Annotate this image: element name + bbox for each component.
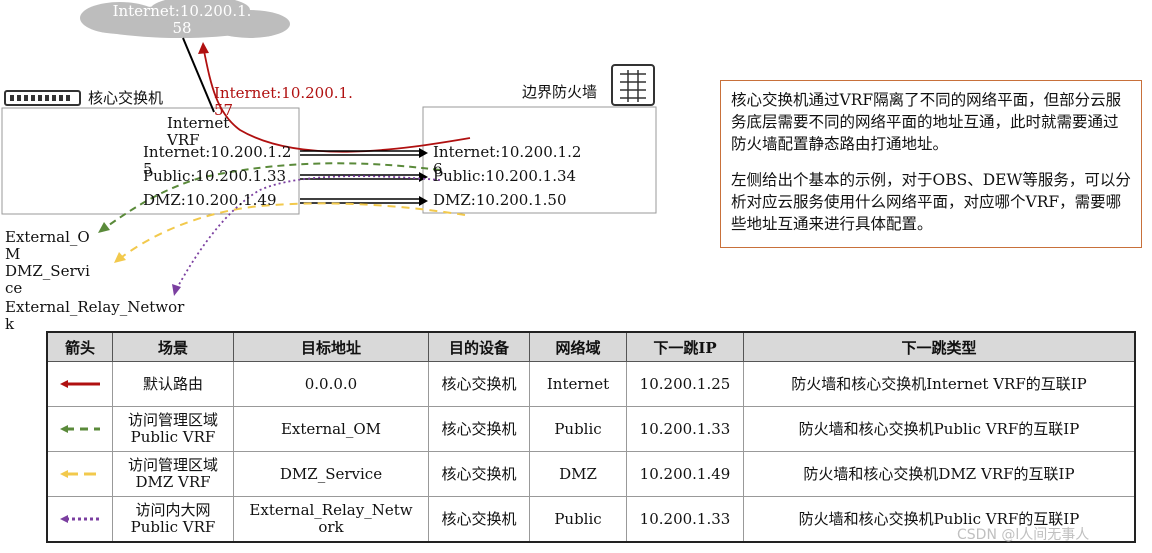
firewall-dmz-ip: DMZ:10.200.1.50 [433, 191, 567, 209]
header-domain: 网络域 [529, 331, 627, 362]
device-cell: 核心交换机 [428, 451, 530, 497]
table-row: 默认路由 0.0.0.0 核心交换机 Internet 10.200.1.25 … [46, 361, 1136, 407]
next-hop-cell: 10.200.1.49 [626, 451, 744, 497]
scenario-cell: 访问管理区域 Public VRF [112, 406, 234, 452]
domain-cell: Internet [529, 361, 627, 407]
next-hop-type-cell: 防火墙和核心交换机Internet VRF的互联IP [743, 361, 1136, 407]
dest-external-om-line1: External_O [5, 228, 90, 246]
table-row: 访问管理区域 Public VRF External_OM 核心交换机 Publi… [46, 406, 1136, 452]
route-table: 箭头 场景 目标地址 目的设备 网络域 下一跳IP 下一跳类型 默认路由 0.0… [46, 331, 1136, 543]
arrow-cell [46, 361, 113, 407]
device-cell: 核心交换机 [428, 496, 530, 543]
dest-dmz-service-line1: DMZ_Servi [5, 262, 90, 280]
green-dashed-arrow-icon [60, 424, 100, 433]
header-arrow: 箭头 [46, 331, 113, 362]
table-row: 访问管理区域 DMZ VRF DMZ_Service 核心交换机 DMZ 10.2… [46, 451, 1136, 497]
domain-cell: DMZ [529, 451, 627, 497]
domain-cell: Public [529, 406, 627, 452]
table-header-row: 箭头 场景 目标地址 目的设备 网络域 下一跳IP 下一跳类型 [46, 331, 1136, 362]
interconnect-internet [300, 150, 420, 156]
arrow-cell [46, 406, 113, 452]
core-switch-label: 核心交换机 [88, 89, 164, 107]
next-hop-cell: 10.200.1.33 [626, 406, 744, 452]
header-next-hop-type: 下一跳类型 [743, 331, 1136, 362]
cloud-label-line1: Internet:10.200.1. [112, 2, 252, 20]
arrow-cell [46, 451, 113, 497]
target-cell: External_Relay_Netw ork [233, 496, 429, 543]
switch-public-ip: Public:10.200.1.33 [143, 167, 287, 185]
target-cell: External_OM [233, 406, 429, 452]
target-cell: DMZ_Service [233, 451, 429, 497]
watermark: CSDN @l人间无事人 [957, 527, 1090, 543]
next-hop-cell: 10.200.1.25 [626, 361, 744, 407]
cloud-label-line2: 58 [172, 19, 192, 37]
interconnect-dmz [300, 198, 420, 204]
scenario-cell: 默认路由 [112, 361, 234, 407]
target-cell: 0.0.0.0 [233, 361, 429, 407]
firewall-icon [611, 64, 655, 106]
header-target: 目标地址 [233, 331, 429, 362]
yellow-dashed-arrow-icon [60, 469, 100, 478]
dest-external-om-line2: M [5, 245, 21, 263]
device-cell: 核心交换机 [428, 406, 530, 452]
header-device: 目的设备 [428, 331, 530, 362]
next-hop-cell: 10.200.1.33 [626, 496, 744, 543]
scenario-cell: 访问内大网 Public VRF [112, 496, 234, 543]
explanation-note: 核心交换机通过VRF隔离了不同的网络平面，但部分云服务底层需要不同的网络平面的地… [720, 80, 1142, 248]
switch-dmz-ip: DMZ:10.200.1.49 [143, 191, 277, 209]
note-paragraph-1: 核心交换机通过VRF隔离了不同的网络平面，但部分云服务底层需要不同的网络平面的地… [731, 91, 1122, 153]
device-cell: 核心交换机 [428, 361, 530, 407]
switch-internet-ip-line1: Internet:10.200.1.2 [143, 143, 292, 161]
dmz-route-arrow [117, 202, 466, 261]
domain-cell: Public [529, 496, 627, 543]
scenario-cell: 访问管理区域 DMZ VRF [112, 451, 234, 497]
arrow-cell [46, 496, 113, 543]
header-scenario: 场景 [112, 331, 234, 362]
cloud-label: Internet:10.200.1. 58 [96, 3, 268, 37]
switch-icon [4, 90, 81, 106]
note-paragraph-2: 左侧给出个基本的示例，对于OBS、DEW等服务，可以分析对应云服务使用什么网络平… [731, 171, 1131, 233]
next-hop-type-cell: 防火墙和核心交换机Public VRF的互联IP [743, 406, 1136, 452]
header-next-hop: 下一跳IP [626, 331, 744, 362]
uplink-label-line2: 57 [214, 101, 234, 119]
firewall-internet-ip-line1: Internet:10.200.1.2 [433, 143, 582, 161]
dest-dmz-service-line2: ce [5, 279, 23, 297]
firewall-label: 边界防火墙 [522, 83, 598, 101]
red-solid-arrow-icon [60, 379, 100, 388]
next-hop-type-cell: 防火墙和核心交换机DMZ VRF的互联IP [743, 451, 1136, 497]
uplink-label-line1: Internet:10.200.1. [214, 84, 353, 102]
firewall-public-ip: Public:10.200.1.34 [433, 167, 577, 185]
dest-relay-line2: k [5, 315, 15, 333]
purple-dotted-arrow-icon [60, 514, 100, 523]
dest-relay-line1: External_Relay_Networ [5, 298, 185, 316]
